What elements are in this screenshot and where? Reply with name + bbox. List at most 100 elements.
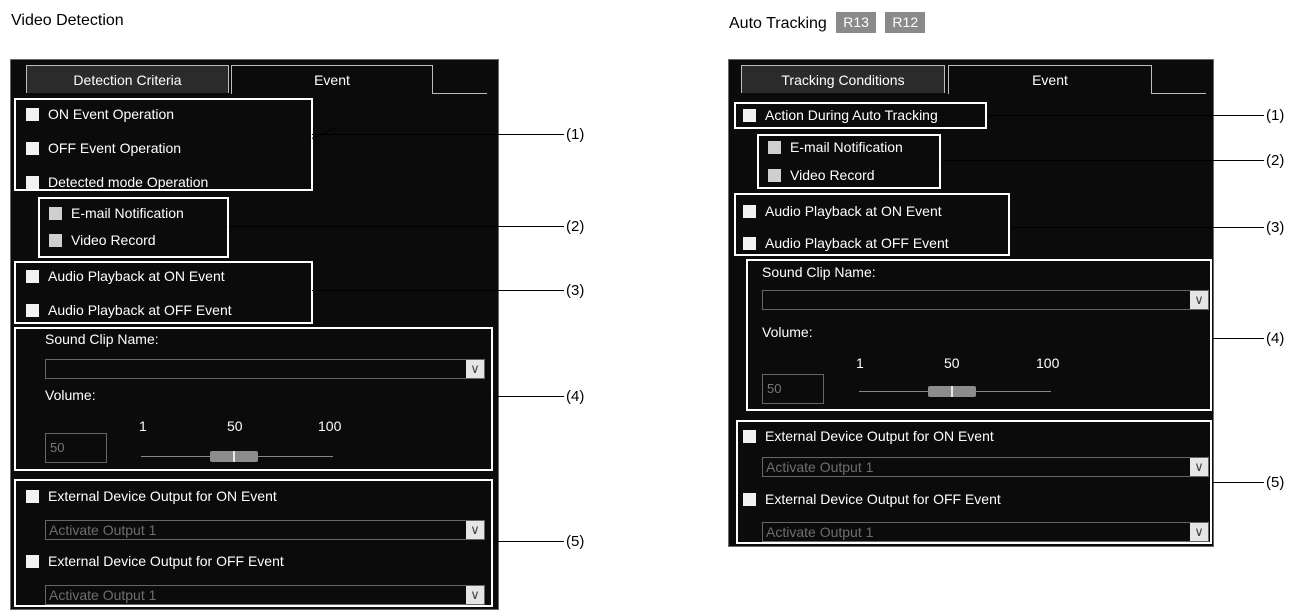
volume-label: Volume: <box>762 324 813 340</box>
tab-event[interactable]: Event <box>948 65 1152 94</box>
callout-line-2 <box>942 160 1264 161</box>
email-notification-option[interactable]: E-mail Notification <box>768 138 903 156</box>
ext-off-event-option[interactable]: External Device Output for OFF Event <box>26 552 284 570</box>
auto-tracking-title: Auto Tracking <box>729 15 827 32</box>
volume-input[interactable]: 50 <box>762 374 824 404</box>
chevron-down-icon[interactable]: ∨ <box>466 360 484 378</box>
model-badge-r12: R12 <box>885 12 926 33</box>
tab-event[interactable]: Event <box>231 65 433 94</box>
volume-tick-max: 100 <box>318 418 342 434</box>
volume-tick-min: 1 <box>856 355 864 371</box>
checkbox-icon[interactable] <box>49 233 62 247</box>
action-during-auto-tracking-option[interactable]: Action During Auto Tracking <box>743 106 938 124</box>
audio-off-event-option[interactable]: Audio Playback at OFF Event <box>743 234 949 252</box>
audio-on-event-label: Audio Playback at ON Event <box>48 268 225 284</box>
tab-baseline <box>432 93 487 94</box>
detected-mode-operation-option[interactable]: Detected mode Operation <box>26 173 208 191</box>
on-event-operation-option[interactable]: ON Event Operation <box>26 105 174 123</box>
sound-clip-name-label: Sound Clip Name: <box>45 331 159 347</box>
callout-label-2: (2) <box>566 218 585 235</box>
chevron-down-icon[interactable]: ∨ <box>1190 523 1208 541</box>
callout-line-3 <box>1011 227 1264 228</box>
detected-mode-operation-label: Detected mode Operation <box>48 174 209 190</box>
checkbox-icon[interactable] <box>49 206 62 220</box>
tab-detection-criteria[interactable]: Detection Criteria <box>26 65 229 93</box>
ext-on-event-label: External Device Output for ON Event <box>48 488 277 504</box>
checkbox-icon[interactable] <box>768 140 781 154</box>
checkbox-icon[interactable] <box>768 168 781 182</box>
ext-on-output-select[interactable]: Activate Output 1 ∨ <box>762 457 1209 477</box>
callout-label-3: (3) <box>1266 219 1285 236</box>
volume-label: Volume: <box>45 387 96 403</box>
checkbox-icon[interactable] <box>743 492 756 506</box>
chevron-down-icon[interactable]: ∨ <box>466 521 484 539</box>
right-section-title: Auto Tracking R13 R12 <box>729 12 926 33</box>
callout-label-5: (5) <box>1266 474 1285 491</box>
video-record-option[interactable]: Video Record <box>768 166 875 184</box>
volume-tick-mid: 50 <box>227 418 243 434</box>
video-record-option[interactable]: Video Record <box>49 231 156 249</box>
ext-off-output-value: Activate Output 1 <box>766 524 874 540</box>
audio-off-event-label: Audio Playback at OFF Event <box>765 235 949 251</box>
ext-on-event-label: External Device Output for ON Event <box>765 428 994 444</box>
ext-on-event-option[interactable]: External Device Output for ON Event <box>743 427 994 445</box>
ext-on-event-option[interactable]: External Device Output for ON Event <box>26 487 277 505</box>
video-record-label: Video Record <box>790 167 875 183</box>
checkbox-icon[interactable] <box>26 107 39 121</box>
chevron-down-icon[interactable]: ∨ <box>1190 291 1208 309</box>
off-event-operation-option[interactable]: OFF Event Operation <box>26 139 181 157</box>
checkbox-icon[interactable] <box>26 489 39 503</box>
ext-off-event-option[interactable]: External Device Output for OFF Event <box>743 490 1001 508</box>
sound-clip-name-label: Sound Clip Name: <box>762 264 876 280</box>
callout-label-3: (3) <box>566 282 585 299</box>
chevron-down-icon[interactable]: ∨ <box>1190 458 1208 476</box>
email-notification-option[interactable]: E-mail Notification <box>49 204 184 222</box>
checkbox-icon[interactable] <box>26 554 39 568</box>
ext-off-event-label: External Device Output for OFF Event <box>48 553 284 569</box>
on-event-operation-label: ON Event Operation <box>48 106 175 122</box>
volume-tick-mid: 50 <box>944 355 960 371</box>
checkbox-icon[interactable] <box>26 175 39 189</box>
callout-label-2: (2) <box>1266 152 1285 169</box>
volume-slider-handle[interactable] <box>210 451 258 462</box>
left-settings-panel: Detection Criteria Event ON Event Operat… <box>10 59 499 610</box>
checkbox-icon[interactable] <box>743 429 756 443</box>
checkbox-icon[interactable] <box>743 204 756 218</box>
sound-clip-select[interactable]: ∨ <box>762 290 1209 310</box>
ext-on-output-value: Activate Output 1 <box>49 522 157 538</box>
right-settings-panel: Tracking Conditions Event Action During … <box>728 59 1214 547</box>
off-event-operation-label: OFF Event Operation <box>48 140 182 156</box>
checkbox-icon[interactable] <box>26 141 39 155</box>
callout-label-1: (1) <box>1266 107 1285 124</box>
model-badge-r13: R13 <box>836 12 876 33</box>
callout-label-4: (4) <box>566 388 585 405</box>
volume-slider-handle[interactable] <box>928 386 976 397</box>
checkbox-icon[interactable] <box>26 269 39 283</box>
callout-line-3 <box>312 290 564 291</box>
callout-line-5 <box>494 541 564 542</box>
audio-off-event-label: Audio Playback at OFF Event <box>48 302 232 318</box>
callout-line-4 <box>1213 338 1264 339</box>
callout-label-4: (4) <box>1266 330 1285 347</box>
audio-on-event-option[interactable]: Audio Playback at ON Event <box>26 267 225 285</box>
volume-tick-max: 100 <box>1036 355 1060 371</box>
audio-on-event-label: Audio Playback at ON Event <box>765 203 942 219</box>
ext-off-output-select[interactable]: Activate Output 1 ∨ <box>45 585 485 605</box>
tab-tracking-conditions[interactable]: Tracking Conditions <box>741 65 945 93</box>
checkbox-icon[interactable] <box>743 236 756 250</box>
volume-input[interactable]: 50 <box>45 433 107 463</box>
email-notification-label: E-mail Notification <box>790 139 903 155</box>
video-record-label: Video Record <box>71 232 156 248</box>
sound-clip-select[interactable]: ∨ <box>45 359 485 379</box>
left-section-title: Video Detection <box>11 12 124 29</box>
checkbox-icon[interactable] <box>26 303 39 317</box>
callout-line-5 <box>1213 482 1264 483</box>
callout-line-4 <box>494 396 564 397</box>
ext-on-output-select[interactable]: Activate Output 1 ∨ <box>45 520 485 540</box>
checkbox-icon[interactable] <box>743 108 756 122</box>
ext-off-output-select[interactable]: Activate Output 1 ∨ <box>762 522 1209 542</box>
audio-on-event-option[interactable]: Audio Playback at ON Event <box>743 202 942 220</box>
chevron-down-icon[interactable]: ∨ <box>466 586 484 604</box>
audio-off-event-option[interactable]: Audio Playback at OFF Event <box>26 301 232 319</box>
email-notification-label: E-mail Notification <box>71 205 184 221</box>
